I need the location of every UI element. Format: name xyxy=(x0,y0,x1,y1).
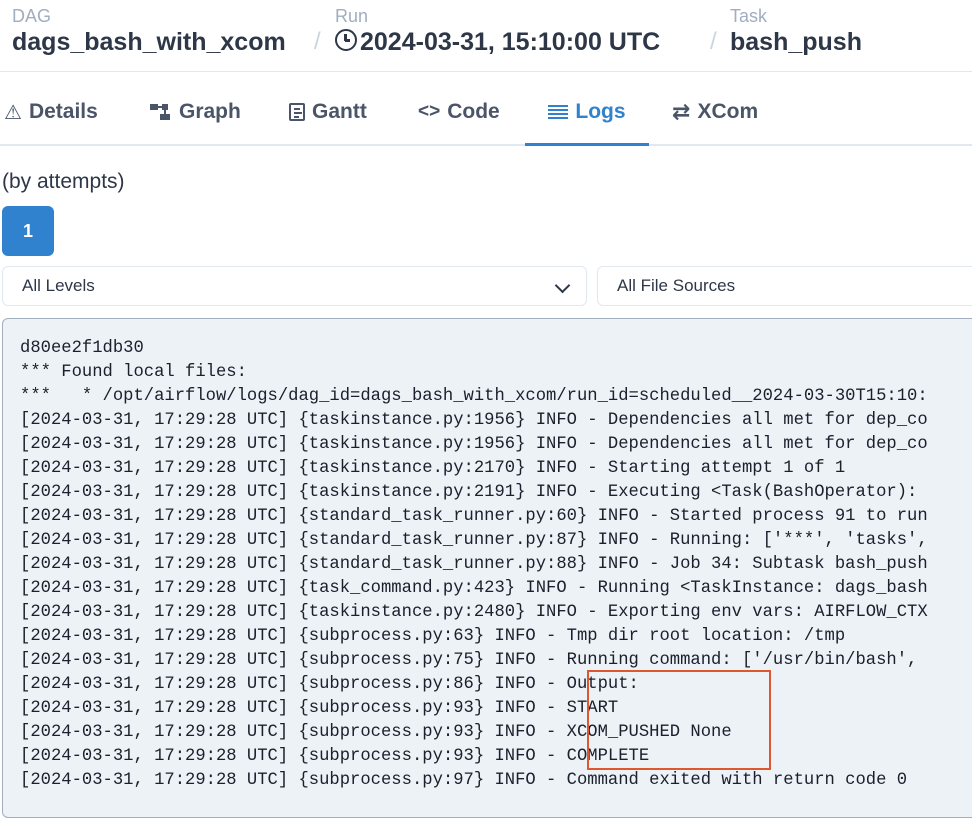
tab-details-label: Details xyxy=(28,100,98,123)
log-line: [2024-03-31, 17:29:28 UTC] {subprocess.p… xyxy=(20,723,732,742)
breadcrumb: DAG dags_bash_with_xcom / Run 2024-03-31… xyxy=(12,6,972,66)
gantt-icon xyxy=(289,103,305,121)
header-divider xyxy=(0,71,972,72)
breadcrumb-separator: / xyxy=(314,28,321,55)
tab-logs-label: Logs xyxy=(575,100,626,123)
breadcrumb-run[interactable]: Run 2024-03-31, 15:10:00 UTC xyxy=(335,6,660,57)
log-line: [2024-03-31, 17:29:28 UTC] {standard_tas… xyxy=(20,531,928,550)
log-line: [2024-03-31, 17:29:28 UTC] {standard_tas… xyxy=(20,507,928,526)
tab-code-label: Code xyxy=(447,100,500,123)
warning-triangle-icon: ⚠ xyxy=(4,101,22,124)
breadcrumb-run-value[interactable]: 2024-03-31, 15:10:00 UTC xyxy=(360,28,660,56)
log-line: [2024-03-31, 17:29:28 UTC] {subprocess.p… xyxy=(20,771,908,790)
log-output[interactable]: d80ee2f1db30 *** Found local files: *** * … xyxy=(2,318,972,818)
log-line: *** * /opt/airflow/logs/dag_id=dags_bash… xyxy=(20,387,928,406)
tab-xcom[interactable]: ⇄ XCom xyxy=(672,80,758,144)
tab-code[interactable]: <> Code xyxy=(418,80,500,144)
log-line: *** Found local files: xyxy=(20,363,247,382)
log-line: [2024-03-31, 17:29:28 UTC] {subprocess.p… xyxy=(20,747,650,766)
breadcrumb-task[interactable]: Task bash_push xyxy=(730,6,862,57)
file-source-value: All File Sources xyxy=(617,276,736,295)
logs-icon xyxy=(548,105,569,119)
log-line: [2024-03-31, 17:29:28 UTC] {taskinstance… xyxy=(20,459,846,478)
tab-gantt-label: Gantt xyxy=(312,100,367,123)
tab-logs[interactable]: Logs xyxy=(525,80,649,146)
log-line: [2024-03-31, 17:29:28 UTC] {taskinstance… xyxy=(20,483,918,502)
log-line: [2024-03-31, 17:29:28 UTC] {standard_tas… xyxy=(20,555,928,574)
log-line: [2024-03-31, 17:29:28 UTC] {subprocess.p… xyxy=(20,699,619,718)
log-line: [2024-03-31, 17:29:28 UTC] {task_command… xyxy=(20,579,928,598)
breadcrumb-separator: / xyxy=(710,28,717,55)
breadcrumb-dag[interactable]: DAG dags_bash_with_xcom xyxy=(12,6,286,57)
log-line: [2024-03-31, 17:29:28 UTC] {taskinstance… xyxy=(20,411,928,430)
log-line: [2024-03-31, 17:29:28 UTC] {subprocess.p… xyxy=(20,651,918,670)
breadcrumb-task-label: Task xyxy=(730,6,768,26)
tab-bar: ⚠ Details Graph Gantt <> Code Logs ⇄ XCo… xyxy=(0,80,972,146)
breadcrumb-run-value-wrap[interactable]: 2024-03-31, 15:10:00 UTC xyxy=(335,27,660,57)
breadcrumb-task-value[interactable]: bash_push xyxy=(730,27,862,57)
log-text: d80ee2f1db30 *** Found local files: *** * … xyxy=(20,337,928,793)
swap-arrows-icon: ⇄ xyxy=(672,99,691,124)
log-level-select[interactable]: All Levels xyxy=(2,266,587,306)
breadcrumb-run-label: Run xyxy=(335,6,369,26)
breadcrumb-dag-value[interactable]: dags_bash_with_xcom xyxy=(12,27,286,57)
tab-details[interactable]: ⚠ Details xyxy=(4,80,98,144)
graph-icon xyxy=(150,104,172,120)
tab-xcom-label: XCom xyxy=(697,100,759,123)
log-line: [2024-03-31, 17:29:28 UTC] {subprocess.p… xyxy=(20,675,639,694)
chevron-down-icon xyxy=(554,277,571,294)
log-line: d80ee2f1db30 xyxy=(20,339,144,358)
log-line: [2024-03-31, 17:29:28 UTC] {subprocess.p… xyxy=(20,627,846,646)
attempt-1-button[interactable]: 1 xyxy=(2,206,54,256)
tab-gantt[interactable]: Gantt xyxy=(289,80,367,144)
code-icon: <> xyxy=(418,101,441,122)
log-level-value: All Levels xyxy=(22,276,95,295)
tab-graph-label: Graph xyxy=(179,100,241,123)
tab-graph[interactable]: Graph xyxy=(150,80,241,144)
attempts-label: (by attempts) xyxy=(2,170,125,193)
file-source-select[interactable]: All File Sources xyxy=(597,266,972,306)
log-line: [2024-03-31, 17:29:28 UTC] {taskinstance… xyxy=(20,435,928,454)
clock-icon xyxy=(335,29,357,51)
log-line: [2024-03-31, 17:29:28 UTC] {taskinstance… xyxy=(20,603,928,622)
breadcrumb-dag-label: DAG xyxy=(12,6,52,26)
